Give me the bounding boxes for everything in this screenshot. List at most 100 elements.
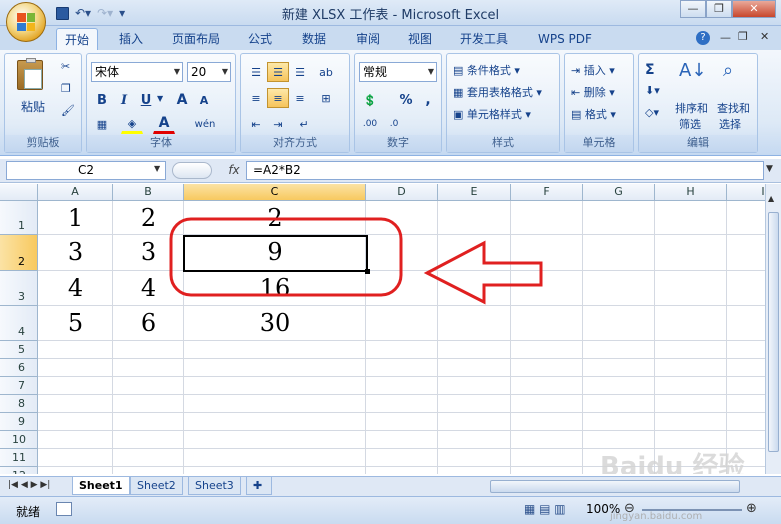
fill-handle[interactable] [365, 269, 370, 274]
row-header-6[interactable]: 6 [0, 359, 38, 377]
underline-button[interactable]: U [135, 90, 157, 110]
align-right-icon[interactable]: ≡ [289, 88, 311, 108]
row-header-2[interactable]: 2 [0, 235, 38, 271]
grow-font-button[interactable]: A [171, 90, 193, 110]
row-header-7[interactable]: 7 [0, 377, 38, 395]
column-header-a[interactable]: A [38, 184, 113, 201]
vertical-scrollbar[interactable]: ▲ [765, 184, 781, 474]
sheet-tab-3[interactable]: Sheet3 [188, 477, 241, 495]
find-select-label-2[interactable]: 选择 [719, 116, 741, 132]
column-header-f[interactable]: F [511, 184, 583, 201]
sort-filter-icon[interactable]: A↓ [679, 60, 706, 81]
minimize-button[interactable]: — [680, 0, 706, 18]
decrease-decimal-button[interactable]: .0 [383, 114, 405, 134]
clear-icon[interactable]: ◇▾ [645, 106, 659, 119]
select-all-corner[interactable] [0, 184, 38, 201]
scroll-up-icon[interactable]: ▲ [768, 194, 774, 203]
sheet-tab-1[interactable]: Sheet1 [72, 477, 130, 495]
conditional-format-button[interactable]: ▤ 条件格式 ▾ [453, 62, 520, 78]
cell-a2[interactable]: 3 [38, 235, 113, 271]
zoom-in-icon[interactable]: ⊕ [746, 501, 757, 516]
percent-button[interactable]: % [395, 90, 417, 110]
row-header-12[interactable]: 12 [0, 467, 38, 474]
delete-cells-button[interactable]: ⇤ 删除 ▾ [571, 84, 615, 100]
find-select-label-1[interactable]: 查找和 [717, 100, 750, 116]
sort-filter-label-1[interactable]: 排序和 [675, 100, 708, 116]
currency-icon[interactable]: 💲 [359, 90, 381, 110]
column-header-b[interactable]: B [113, 184, 184, 201]
cell-styles-button[interactable]: ▣ 单元格样式 ▾ [453, 106, 531, 122]
ribbon-close-icon[interactable]: ✕ [760, 30, 769, 43]
cell-b4[interactable]: 6 [113, 306, 184, 341]
cell-a4[interactable]: 5 [38, 306, 113, 341]
name-box-dropdown-icon[interactable]: ▼ [154, 164, 160, 173]
cell-c4[interactable]: 30 [184, 306, 366, 341]
align-center-icon[interactable]: ≡ [267, 88, 289, 108]
font-color-button[interactable]: A [153, 114, 175, 134]
align-left-icon[interactable]: ≡ [245, 88, 267, 108]
number-format-select[interactable]: 常规 ▼ [359, 62, 437, 82]
cell-a3[interactable]: 4 [38, 271, 113, 306]
cell-b1[interactable]: 2 [113, 201, 184, 235]
ribbon-restore-icon[interactable]: ❐ [738, 30, 748, 43]
name-box[interactable]: C2 [6, 161, 166, 180]
font-name-select[interactable]: 宋体 ▼ [91, 62, 183, 82]
cell-b3[interactable]: 4 [113, 271, 184, 306]
comma-button[interactable]: , [417, 90, 439, 110]
find-select-icon[interactable]: ⌕ [723, 60, 733, 81]
cell-c3[interactable]: 16 [184, 271, 366, 306]
insert-cells-button[interactable]: ⇥ 插入 ▾ [571, 62, 615, 78]
decrease-indent-icon[interactable]: ⇤ [245, 114, 267, 134]
column-header-c[interactable]: C [184, 184, 366, 201]
tab-formulas[interactable]: 公式 [240, 28, 280, 50]
column-header-i[interactable]: I [727, 184, 768, 201]
macro-record-icon[interactable] [56, 502, 72, 516]
formula-expand-handle[interactable] [172, 162, 212, 179]
tab-data[interactable]: 数据 [294, 28, 334, 50]
row-header-4[interactable]: 4 [0, 306, 38, 341]
fill-icon[interactable]: ⬇▾ [645, 84, 660, 97]
column-header-e[interactable]: E [438, 184, 511, 201]
format-cells-button[interactable]: ▤ 格式 ▾ [571, 106, 616, 122]
copy-icon[interactable]: ❐ [61, 82, 71, 95]
vertical-scroll-thumb[interactable] [768, 212, 779, 452]
paste-button[interactable]: 粘贴 [21, 98, 45, 115]
tab-review[interactable]: 审阅 [348, 28, 388, 50]
office-button[interactable] [6, 2, 46, 42]
tab-insert[interactable]: 插入 [111, 28, 151, 50]
format-painter-icon[interactable]: 🖌 [61, 104, 75, 117]
row-header-9[interactable]: 9 [0, 413, 38, 431]
autosum-button[interactable]: Σ [645, 62, 655, 78]
cell-b2[interactable]: 3 [113, 235, 184, 271]
tab-view[interactable]: 视图 [400, 28, 440, 50]
row-header-1[interactable]: 1 [0, 201, 38, 235]
formula-input[interactable]: =A2*B2 [246, 161, 764, 180]
column-header-g[interactable]: G [583, 184, 655, 201]
bold-button[interactable]: B [91, 90, 113, 110]
phonetic-button[interactable]: wén [191, 114, 219, 134]
insert-function-button[interactable]: fx [224, 161, 244, 180]
align-bottom-icon[interactable]: ☰ [289, 62, 311, 82]
sheet-tab-2[interactable]: Sheet2 [130, 477, 183, 495]
cell-c1[interactable]: 2 [184, 201, 366, 235]
horizontal-scroll-thumb[interactable] [490, 480, 740, 493]
tab-developer[interactable]: 开发工具 [452, 28, 516, 50]
column-header-h[interactable]: H [655, 184, 727, 201]
row-header-10[interactable]: 10 [0, 431, 38, 449]
borders-icon[interactable]: ▦ [91, 114, 113, 134]
format-as-table-button[interactable]: ▦ 套用表格格式 ▾ [453, 84, 542, 100]
close-button[interactable]: ✕ [732, 0, 776, 18]
tab-wps-pdf[interactable]: WPS PDF [530, 28, 600, 50]
shrink-font-button[interactable]: A [193, 90, 215, 110]
cut-icon[interactable]: ✂ [61, 60, 70, 73]
row-header-5[interactable]: 5 [0, 341, 38, 359]
normal-view-icon[interactable]: ▦ ▤ ▥ [524, 502, 566, 516]
italic-button[interactable]: I [113, 90, 135, 110]
tab-page-layout[interactable]: 页面布局 [164, 28, 228, 50]
merge-center-icon[interactable]: ⊞ [315, 88, 337, 108]
underline-dropdown-icon[interactable]: ▼ [157, 94, 163, 103]
sheet-nav-first-icon[interactable]: |◀ ◀ ▶ ▶| [8, 480, 50, 490]
sort-filter-label-2[interactable]: 筛选 [679, 116, 701, 132]
increase-indent-icon[interactable]: ⇥ [267, 114, 289, 134]
row-header-11[interactable]: 11 [0, 449, 38, 467]
